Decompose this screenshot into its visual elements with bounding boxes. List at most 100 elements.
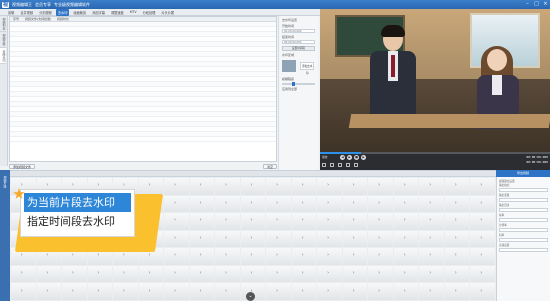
cut-icon[interactable] (338, 163, 342, 167)
clip-cell[interactable] (291, 195, 317, 213)
clip-cell[interactable] (113, 283, 138, 300)
clip-cell[interactable] (291, 283, 317, 300)
blur-slider-knob[interactable] (291, 82, 295, 86)
clip-cell[interactable] (419, 230, 444, 248)
clip-cell[interactable] (189, 195, 215, 213)
clip-cell[interactable] (368, 213, 393, 230)
clip-cell[interactable] (215, 195, 240, 213)
folder-icon[interactable] (322, 163, 326, 167)
clip-cell[interactable] (317, 178, 342, 195)
clip-cell[interactable] (368, 283, 393, 300)
output-setting-field[interactable] (499, 238, 548, 242)
clip-cell[interactable] (87, 283, 113, 300)
clip-cell[interactable] (444, 230, 470, 248)
clip-cell[interactable] (317, 230, 342, 248)
clip-cell[interactable] (189, 283, 215, 300)
clip-cell[interactable] (240, 178, 266, 195)
clip-cell[interactable] (240, 248, 266, 265)
clip-cell[interactable] (393, 248, 419, 265)
clip-cell[interactable] (368, 195, 393, 213)
next-icon[interactable]: ▶ (361, 155, 366, 160)
clip-cell[interactable] (266, 178, 291, 195)
clip-cell[interactable] (470, 265, 495, 283)
clip-cell[interactable] (419, 213, 444, 230)
clip-cell[interactable] (393, 230, 419, 248)
clip-cell[interactable] (164, 230, 189, 248)
output-setting-field[interactable] (499, 218, 548, 222)
clip-cell[interactable] (342, 195, 368, 213)
menu-item[interactable]: 片头片尾 (159, 9, 176, 16)
clip-cell[interactable] (87, 265, 113, 283)
clip-cell[interactable] (11, 283, 36, 300)
menu-item[interactable]: 画面裁剪 (71, 9, 88, 16)
apply-all-checkbox[interactable]: 应用到全部 (282, 87, 315, 91)
clip-cell[interactable] (215, 213, 240, 230)
add-video-button[interactable]: 添加视频文件 (9, 164, 36, 169)
option-current-clip[interactable]: 为当前片段去水印 (24, 193, 131, 212)
clip-cell[interactable] (470, 283, 495, 300)
clip-cell[interactable] (164, 265, 189, 283)
clip-cell[interactable] (444, 213, 470, 230)
clip-cell[interactable] (291, 178, 317, 195)
clip-cell[interactable] (266, 195, 291, 213)
clip-cell[interactable] (368, 230, 393, 248)
clip-cell[interactable] (215, 248, 240, 265)
option-time-range[interactable]: 指定时间段去水印 (24, 212, 131, 231)
clip-cell[interactable] (342, 265, 368, 283)
clip-cell[interactable] (164, 195, 189, 213)
clip-cell[interactable] (215, 283, 240, 300)
clip-cell[interactable] (342, 230, 368, 248)
minimize-icon[interactable]: – (525, 1, 530, 7)
clip-cell[interactable] (36, 283, 62, 300)
tab-remove-watermark[interactable]: 去除水印 (0, 48, 6, 64)
watermark-thumbnail[interactable] (282, 60, 296, 72)
clip-cell[interactable] (62, 265, 87, 283)
clip-cell[interactable] (164, 248, 189, 265)
clip-cell[interactable] (11, 265, 36, 283)
clip-cell[interactable] (342, 213, 368, 230)
scroll-down-icon[interactable]: ⌄ (246, 292, 255, 301)
clip-cell[interactable] (266, 213, 291, 230)
clip-cell[interactable] (470, 230, 495, 248)
clip-cell[interactable] (266, 283, 291, 300)
output-setting-field[interactable] (499, 188, 548, 192)
clip-cell[interactable] (444, 195, 470, 213)
prev-icon[interactable]: ◀ (340, 155, 345, 160)
clip-cell[interactable] (317, 248, 342, 265)
menu-item[interactable]: 调整速度 (109, 9, 126, 16)
tab-video-file[interactable]: 视频文件 (0, 32, 6, 48)
clip-cell[interactable] (240, 213, 266, 230)
clip-cell[interactable] (444, 265, 470, 283)
clip-cell[interactable] (342, 283, 368, 300)
clip-cell[interactable] (266, 248, 291, 265)
clip-cell[interactable] (215, 230, 240, 248)
play-icon[interactable]: ▶ (347, 155, 352, 160)
clip-cell[interactable] (368, 178, 393, 195)
clip-cell[interactable] (62, 283, 87, 300)
menu-item[interactable]: 分段处理 (141, 9, 158, 16)
clip-cell[interactable] (215, 265, 240, 283)
clip-cell[interactable] (189, 178, 215, 195)
export-video-button[interactable]: 导出视频 (496, 170, 550, 177)
clip-cell[interactable] (317, 213, 342, 230)
stop-icon[interactable]: ■ (354, 155, 359, 160)
menu-item[interactable]: 添加字幕 (90, 9, 107, 16)
clip-cell[interactable] (240, 195, 266, 213)
clip-cell[interactable] (317, 195, 342, 213)
clip-cell[interactable] (368, 248, 393, 265)
clip-cell[interactable] (164, 283, 189, 300)
menu-item[interactable]: 分割视频 (37, 9, 54, 16)
end-time-field[interactable]: 00:00:00.000 (282, 40, 315, 44)
clip-cell[interactable] (215, 178, 240, 195)
clip-cell[interactable] (138, 265, 164, 283)
close-icon[interactable]: × (543, 1, 548, 7)
clip-cell[interactable] (291, 213, 317, 230)
clip-cell[interactable] (393, 178, 419, 195)
clip-cell[interactable] (317, 283, 342, 300)
output-setting-field[interactable] (499, 198, 548, 202)
add-watermark-area-button[interactable]: 添加去水印 (300, 62, 315, 75)
clear-button[interactable]: 清空 (262, 164, 277, 169)
clip-cell[interactable] (342, 248, 368, 265)
clip-cell[interactable] (342, 178, 368, 195)
clip-cell[interactable] (36, 265, 62, 283)
